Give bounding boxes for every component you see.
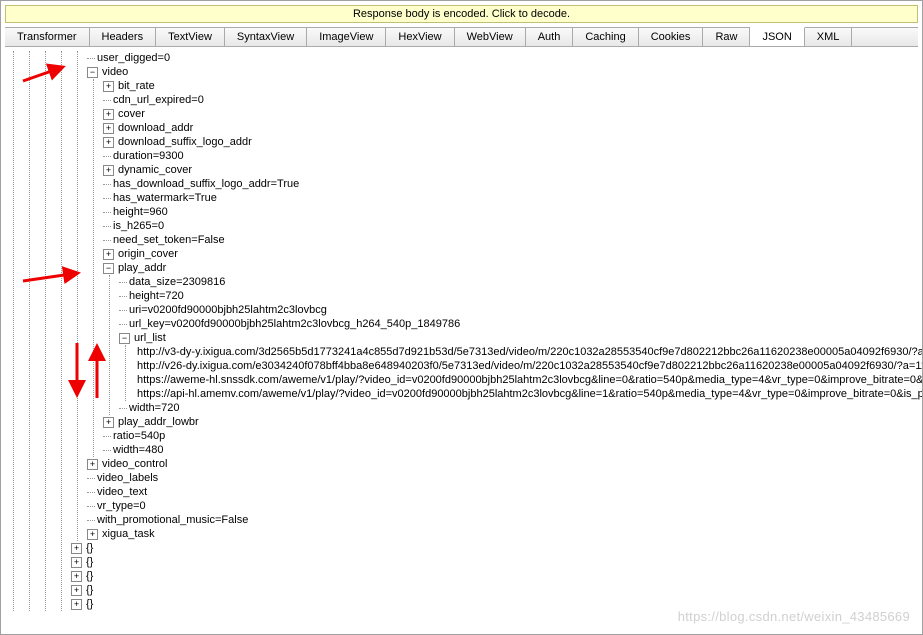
expand-icon[interactable]: + bbox=[103, 109, 114, 120]
tree-row[interactable]: +dynamic_cover bbox=[103, 163, 922, 177]
tab-webview[interactable]: WebView bbox=[455, 28, 526, 46]
expand-icon[interactable]: + bbox=[103, 417, 114, 428]
expand-icon[interactable]: + bbox=[103, 137, 114, 148]
expand-icon[interactable]: + bbox=[71, 557, 82, 568]
tree-row[interactable]: url_key=v0200fd90000bjbh25lahtm2c3lovbcg… bbox=[119, 317, 922, 331]
tree-row[interactable]: +{} bbox=[71, 583, 922, 597]
fiddler-inspector-window: Response body is encoded. Click to decod… bbox=[0, 0, 923, 635]
tree-row[interactable]: +bit_rate bbox=[103, 79, 922, 93]
json-tree[interactable]: user_digged=0 −video +bit_rate cdn_url_e… bbox=[1, 47, 922, 615]
tree-row[interactable]: ratio=540p bbox=[103, 429, 922, 443]
tree-row[interactable]: has_watermark=True bbox=[103, 191, 922, 205]
tree-row[interactable]: width=480 bbox=[103, 443, 922, 457]
tree-row[interactable]: cdn_url_expired=0 bbox=[103, 93, 922, 107]
tree-row[interactable]: duration=9300 bbox=[103, 149, 922, 163]
collapse-icon[interactable]: − bbox=[103, 263, 114, 274]
tab-cookies[interactable]: Cookies bbox=[639, 28, 704, 46]
tree-row[interactable]: −url_list bbox=[119, 331, 922, 345]
tree-row[interactable]: data_size=2309816 bbox=[119, 275, 922, 289]
tree-row[interactable]: +{} bbox=[71, 555, 922, 569]
tree-row[interactable]: +download_suffix_logo_addr bbox=[103, 135, 922, 149]
tree-row[interactable]: +{} bbox=[71, 569, 922, 583]
tab-imageview[interactable]: ImageView bbox=[307, 28, 386, 46]
tree-row[interactable]: video_labels bbox=[87, 471, 922, 485]
tree-row[interactable]: height=960 bbox=[103, 205, 922, 219]
tree-row[interactable]: +play_addr_lowbr bbox=[103, 415, 922, 429]
tab-xml[interactable]: XML bbox=[805, 28, 853, 46]
expand-icon[interactable]: + bbox=[103, 123, 114, 134]
tab-json[interactable]: JSON bbox=[750, 27, 804, 46]
tree-row[interactable]: −play_addr bbox=[103, 261, 922, 275]
tree-row[interactable]: http://v26-dy.ixigua.com/e3034240f078bff… bbox=[135, 359, 922, 373]
tab-auth[interactable]: Auth bbox=[526, 28, 574, 46]
tab-raw[interactable]: Raw bbox=[703, 28, 750, 46]
tree-row[interactable]: uri=v0200fd90000bjbh25lahtm2c3lovbcg bbox=[119, 303, 922, 317]
tab-textview[interactable]: TextView bbox=[156, 28, 225, 46]
tree-row[interactable]: +download_addr bbox=[103, 121, 922, 135]
tab-headers[interactable]: Headers bbox=[90, 28, 157, 46]
tree-row[interactable]: vr_type=0 bbox=[87, 499, 922, 513]
tab-syntaxview[interactable]: SyntaxView bbox=[225, 28, 307, 46]
tree-row[interactable]: with_promotional_music=False bbox=[87, 513, 922, 527]
tree-row[interactable]: https://aweme-hl.snssdk.com/aweme/v1/pla… bbox=[135, 373, 922, 387]
expand-icon[interactable]: + bbox=[71, 585, 82, 596]
expand-icon[interactable]: + bbox=[87, 529, 98, 540]
tree-row[interactable]: −video bbox=[87, 65, 922, 79]
expand-icon[interactable]: + bbox=[71, 571, 82, 582]
tree-row[interactable]: is_h265=0 bbox=[103, 219, 922, 233]
tree-row[interactable]: has_download_suffix_logo_addr=True bbox=[103, 177, 922, 191]
expand-icon[interactable]: + bbox=[71, 599, 82, 610]
tree-row[interactable]: height=720 bbox=[119, 289, 922, 303]
collapse-icon[interactable]: − bbox=[119, 333, 130, 344]
expand-icon[interactable]: + bbox=[103, 249, 114, 260]
expand-icon[interactable]: + bbox=[103, 165, 114, 176]
collapse-icon[interactable]: − bbox=[87, 67, 98, 78]
decode-banner-text: Response body is encoded. Click to decod… bbox=[353, 8, 570, 20]
expand-icon[interactable]: + bbox=[71, 543, 82, 554]
decode-banner[interactable]: Response body is encoded. Click to decod… bbox=[5, 5, 918, 23]
tab-hexview[interactable]: HexView bbox=[386, 28, 454, 46]
tab-caching[interactable]: Caching bbox=[573, 28, 638, 46]
tab-transformer[interactable]: Transformer bbox=[5, 28, 90, 46]
tree-row[interactable]: +video_control bbox=[87, 457, 922, 471]
tree-row[interactable]: https://api-hl.amemv.com/aweme/v1/play/?… bbox=[135, 387, 922, 401]
inspector-tabs: Transformer Headers TextView SyntaxView … bbox=[5, 27, 918, 47]
tree-row[interactable]: user_digged=0 bbox=[87, 51, 922, 65]
tree-row[interactable]: +xigua_task bbox=[87, 527, 922, 541]
tree-row[interactable]: +origin_cover bbox=[103, 247, 922, 261]
expand-icon[interactable]: + bbox=[87, 459, 98, 470]
tree-row[interactable]: +{} bbox=[71, 541, 922, 555]
watermark-text: https://blog.csdn.net/weixin_43485669 bbox=[678, 609, 910, 624]
tree-row[interactable]: http://v3-dy-y.ixigua.com/3d2565b5d17732… bbox=[135, 345, 922, 359]
tree-row[interactable]: video_text bbox=[87, 485, 922, 499]
tree-row[interactable]: need_set_token=False bbox=[103, 233, 922, 247]
expand-icon[interactable]: + bbox=[103, 81, 114, 92]
tree-row[interactable]: width=720 bbox=[119, 401, 922, 415]
tree-row[interactable]: +cover bbox=[103, 107, 922, 121]
